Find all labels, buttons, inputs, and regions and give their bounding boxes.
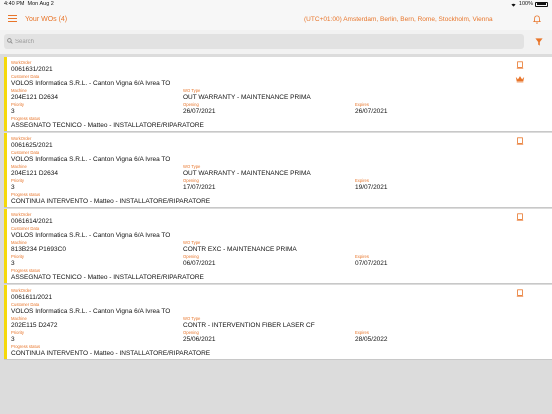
battery-icon	[535, 1, 548, 7]
wo-type-label: WO Type	[183, 88, 201, 93]
expires-label: Expires	[355, 330, 369, 335]
workorder-number: 0061625/2021	[11, 142, 53, 149]
workorder-card[interactable]: WorkOrder 0061611/2021 Customer Data VOL…	[4, 285, 552, 360]
priority-value: 3	[11, 336, 15, 343]
opening-label: Opening	[183, 254, 199, 259]
status-right: 100%	[510, 1, 548, 7]
status-bar: 4:40 PM Mon Aug 2 100%	[0, 0, 552, 9]
workorder-label: WorkOrder	[11, 212, 32, 217]
machine-value: 202E115 D2472	[11, 322, 58, 329]
progress-label: Progress status	[11, 192, 41, 197]
search-bar[interactable]	[4, 34, 524, 49]
progress-label: Progress status	[11, 116, 41, 121]
machine-label: Machine	[11, 240, 27, 245]
priority-value: 3	[11, 260, 15, 267]
machine-value: 813B234 P1693C0	[11, 246, 66, 253]
document-icon[interactable]	[516, 213, 524, 221]
search-row	[0, 30, 552, 54]
status-color-bar	[4, 285, 7, 359]
customer-value: VOLOS Informatica S.R.L. - Canton Vigna …	[11, 308, 171, 315]
wo-type-label: WO Type	[183, 316, 201, 321]
expires-value: 19/07/2021	[355, 184, 388, 191]
expires-value: 28/05/2022	[355, 336, 388, 343]
expires-value: 07/07/2021	[355, 260, 388, 267]
opening-label: Opening	[183, 178, 199, 183]
progress-label: Progress status	[11, 268, 41, 273]
workorder-label: WorkOrder	[11, 136, 32, 141]
customer-label: Customer Data	[11, 302, 40, 307]
customer-value: VOLOS Informatica S.R.L. - Canton Vigna …	[11, 232, 171, 239]
customer-value: VOLOS Informatica S.R.L. - Canton Vigna …	[11, 156, 171, 163]
machine-value: 204E121 D2634	[11, 94, 58, 101]
expires-label: Expires	[355, 178, 369, 183]
wo-type-value: CONTR - INTERVENTION FIBER LASER CF	[183, 322, 315, 329]
page-title: Your WOs (4)	[25, 16, 68, 23]
nav-bar: Your WOs (4) (UTC+01:00) Amsterdam, Berl…	[0, 9, 552, 30]
wo-type-value: OUT WARRANTY - MAINTENANCE PRIMA	[183, 94, 311, 101]
expires-value: 26/07/2021	[355, 108, 388, 115]
bell-icon[interactable]	[533, 15, 541, 24]
progress-value: CONTINUA INTERVENTO - Matteo - INSTALLAT…	[11, 350, 211, 357]
timezone-label[interactable]: (UTC+01:00) Amsterdam, Berlin, Bern, Rom…	[304, 16, 493, 23]
customer-label: Customer Data	[11, 74, 40, 79]
opening-value: 26/07/2021	[183, 108, 216, 115]
status-color-bar	[4, 57, 7, 131]
priority-value: 3	[11, 184, 15, 191]
wo-type-label: WO Type	[183, 240, 201, 245]
document-icon[interactable]	[516, 61, 524, 69]
progress-value: ASSEGNATO TECNICO - Matteo - INSTALLATOR…	[11, 274, 204, 281]
workorder-number: 0061611/2021	[11, 294, 53, 301]
workorder-card[interactable]: WorkOrder 0061631/2021 Customer Data VOL…	[4, 57, 552, 132]
machine-label: Machine	[11, 316, 27, 321]
opening-value: 06/07/2021	[183, 260, 216, 267]
machine-label: Machine	[11, 88, 27, 93]
progress-value: ASSEGNATO TECNICO - Matteo - INSTALLATOR…	[11, 122, 204, 129]
priority-label: Priority	[11, 102, 25, 107]
status-color-bar	[4, 209, 7, 283]
opening-label: Opening	[183, 102, 199, 107]
opening-value: 17/07/2021	[183, 184, 216, 191]
priority-value: 3	[11, 108, 15, 115]
wifi-icon	[511, 3, 516, 7]
machine-value: 204E121 D2634	[11, 170, 58, 177]
status-time: 4:40 PM Mon Aug 2	[4, 1, 54, 7]
workorder-number: 0061631/2021	[11, 66, 53, 73]
status-color-bar	[4, 133, 7, 207]
priority-label: Priority	[11, 330, 25, 335]
customer-label: Customer Data	[11, 150, 40, 155]
workorder-card[interactable]: WorkOrder 0061614/2021 Customer Data VOL…	[4, 209, 552, 284]
filter-icon[interactable]	[535, 38, 543, 46]
machine-label: Machine	[11, 164, 27, 169]
workorder-label: WorkOrder	[11, 60, 32, 65]
document-icon[interactable]	[516, 289, 524, 297]
search-icon	[7, 38, 13, 44]
opening-value: 25/06/2021	[183, 336, 216, 343]
priority-label: Priority	[11, 254, 25, 259]
opening-label: Opening	[183, 330, 199, 335]
search-input[interactable]	[15, 34, 515, 49]
workorder-number: 0061614/2021	[11, 218, 53, 225]
workorder-card[interactable]: WorkOrder 0061625/2021 Customer Data VOL…	[4, 133, 552, 208]
customer-label: Customer Data	[11, 226, 40, 231]
customer-value: VOLOS Informatica S.R.L. - Canton Vigna …	[11, 80, 171, 87]
crown-icon	[515, 76, 525, 83]
workorder-label: WorkOrder	[11, 288, 32, 293]
expires-label: Expires	[355, 254, 369, 259]
expires-label: Expires	[355, 102, 369, 107]
priority-label: Priority	[11, 178, 25, 183]
battery-percent: 100%	[518, 1, 533, 7]
hamburger-icon[interactable]	[8, 15, 17, 23]
document-icon[interactable]	[516, 137, 524, 145]
wo-type-value: CONTR EXC - MAINTENANCE PRIMA	[183, 246, 297, 253]
wo-type-label: WO Type	[183, 164, 201, 169]
progress-label: Progress status	[11, 344, 41, 349]
wo-type-value: OUT WARRANTY - MAINTENANCE PRIMA	[183, 170, 311, 177]
progress-value: CONTINUA INTERVENTO - Matteo - INSTALLAT…	[11, 198, 211, 205]
